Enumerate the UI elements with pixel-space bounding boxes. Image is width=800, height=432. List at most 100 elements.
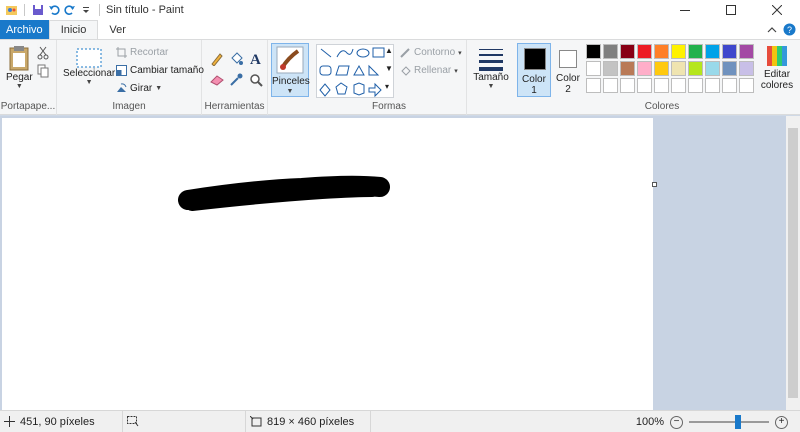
color-picker-icon[interactable] xyxy=(229,73,243,90)
brushes-button[interactable]: Pinceles ▼ xyxy=(271,43,310,97)
palette-swatch[interactable] xyxy=(586,44,601,59)
size-button[interactable]: Tamaño ▼ xyxy=(473,46,509,90)
close-button[interactable] xyxy=(754,0,800,20)
fill-bucket-icon[interactable] xyxy=(229,52,243,69)
resize-icon xyxy=(116,65,127,76)
color1-button[interactable]: Color 1 xyxy=(517,43,551,97)
ribbon-tabs: Archivo Inicio Ver ? xyxy=(0,20,800,39)
group-tamano: Tamaño ▼ xyxy=(467,40,515,115)
text-tool-icon[interactable]: A xyxy=(249,51,263,69)
palette-swatch[interactable] xyxy=(739,61,754,76)
palette-swatch[interactable] xyxy=(654,61,669,76)
zoom-slider-thumb[interactable] xyxy=(735,415,741,429)
paste-button[interactable]: Pegar ▼ xyxy=(6,44,33,90)
chevron-down-icon: ▾ xyxy=(454,67,458,75)
edit-colors-button[interactable]: Editar colores xyxy=(760,45,794,97)
palette-swatch[interactable] xyxy=(705,44,720,59)
group-formas: ▲ ▼ ▾ Contorno ▾ Rellenar ▾ Formas xyxy=(312,40,467,115)
color2-label: Color xyxy=(556,73,580,84)
color2-button[interactable]: Color 2 xyxy=(552,43,584,97)
pencil-icon[interactable] xyxy=(210,52,224,69)
rotate-button[interactable]: Girar ▼ xyxy=(116,83,162,94)
fill-button[interactable]: Rellenar ▾ xyxy=(400,65,458,76)
palette-swatch[interactable] xyxy=(722,61,737,76)
zoom-out-button[interactable]: − xyxy=(670,415,683,429)
shapes-gallery[interactable] xyxy=(316,44,394,98)
outline-button[interactable]: Contorno ▾ xyxy=(400,47,462,58)
scroll-up-icon[interactable]: ▲ xyxy=(385,46,393,55)
chevron-down-icon: ▼ xyxy=(286,88,294,95)
palette-swatch[interactable] xyxy=(654,44,669,59)
eraser-icon[interactable] xyxy=(210,74,224,89)
save-icon[interactable] xyxy=(31,3,45,17)
crosshair-icon xyxy=(4,416,15,427)
customize-toolbar-icon[interactable] xyxy=(79,3,93,17)
brushes-label: Pinceles xyxy=(272,76,310,87)
vertical-scrollbar[interactable] xyxy=(786,116,800,410)
window-controls xyxy=(662,0,800,20)
zoom-in-button[interactable]: + xyxy=(775,415,788,429)
scrollbar-thumb[interactable] xyxy=(788,128,798,398)
palette-swatch[interactable] xyxy=(586,61,601,76)
palette-swatch[interactable] xyxy=(603,78,618,93)
collapse-ribbon-icon[interactable] xyxy=(767,25,777,35)
resize-button[interactable]: Cambiar tamaño xyxy=(116,65,204,76)
palette-swatch[interactable] xyxy=(637,44,652,59)
separator xyxy=(99,4,100,16)
group-label-formas: Formas xyxy=(372,101,406,112)
help-icon[interactable]: ? xyxy=(783,23,796,36)
tab-inicio[interactable]: Inicio xyxy=(48,20,99,39)
magnifier-icon[interactable] xyxy=(249,73,263,90)
palette-swatch[interactable] xyxy=(603,61,618,76)
zoom-slider[interactable] xyxy=(689,415,769,429)
paint-app-icon xyxy=(4,3,18,17)
workspace xyxy=(0,116,786,410)
tab-ver[interactable]: Ver xyxy=(98,20,137,39)
drawing-canvas[interactable] xyxy=(2,118,653,410)
chevron-down-icon: ▼ xyxy=(155,85,163,92)
select-button[interactable]: Seleccionar ▼ xyxy=(63,48,115,86)
maximize-button[interactable] xyxy=(708,0,754,20)
palette-swatch[interactable] xyxy=(671,61,686,76)
palette-swatch[interactable] xyxy=(688,78,703,93)
tab-archivo[interactable]: Archivo xyxy=(0,20,49,39)
palette-swatch[interactable] xyxy=(620,44,635,59)
palette-swatch[interactable] xyxy=(739,78,754,93)
status-divider xyxy=(370,410,371,432)
palette-swatch[interactable] xyxy=(705,61,720,76)
palette-swatch[interactable] xyxy=(620,61,635,76)
palette-swatch[interactable] xyxy=(603,44,618,59)
palette-swatch[interactable] xyxy=(705,78,720,93)
undo-icon[interactable] xyxy=(47,3,61,17)
canvas-resize-handle[interactable] xyxy=(652,182,657,187)
palette-swatch[interactable] xyxy=(671,78,686,93)
palette-swatch[interactable] xyxy=(637,78,652,93)
minimize-button[interactable] xyxy=(662,0,708,20)
palette-swatch[interactable] xyxy=(671,44,686,59)
group-label-colores: Colores xyxy=(644,101,680,112)
palette-swatch[interactable] xyxy=(722,78,737,93)
scroll-down-icon[interactable]: ▼ xyxy=(385,64,393,73)
quick-access-toolbar xyxy=(0,0,104,20)
copy-icon[interactable] xyxy=(37,64,49,81)
palette-swatch[interactable] xyxy=(654,78,669,93)
cursor-position-text: 451, 90 píxeles xyxy=(20,415,95,428)
expand-gallery-icon[interactable]: ▾ xyxy=(385,82,389,91)
color-wheel-icon xyxy=(767,46,787,66)
zoom-level: 100% xyxy=(635,416,664,428)
window-title: Sin título - Paint xyxy=(106,4,184,16)
palette-swatch[interactable] xyxy=(586,78,601,93)
edit-colors-label-2: colores xyxy=(760,80,794,91)
redo-icon[interactable] xyxy=(63,3,77,17)
palette-swatch[interactable] xyxy=(739,44,754,59)
palette-swatch[interactable] xyxy=(688,61,703,76)
palette-swatch[interactable] xyxy=(637,61,652,76)
palette-swatch[interactable] xyxy=(688,44,703,59)
color2-swatch xyxy=(559,50,577,68)
group-herramientas: A Herramientas xyxy=(202,40,268,115)
crop-button[interactable]: Recortar xyxy=(116,47,168,58)
palette-swatch[interactable] xyxy=(722,44,737,59)
cut-icon[interactable] xyxy=(37,46,49,63)
crop-icon xyxy=(116,47,127,58)
palette-swatch[interactable] xyxy=(620,78,635,93)
